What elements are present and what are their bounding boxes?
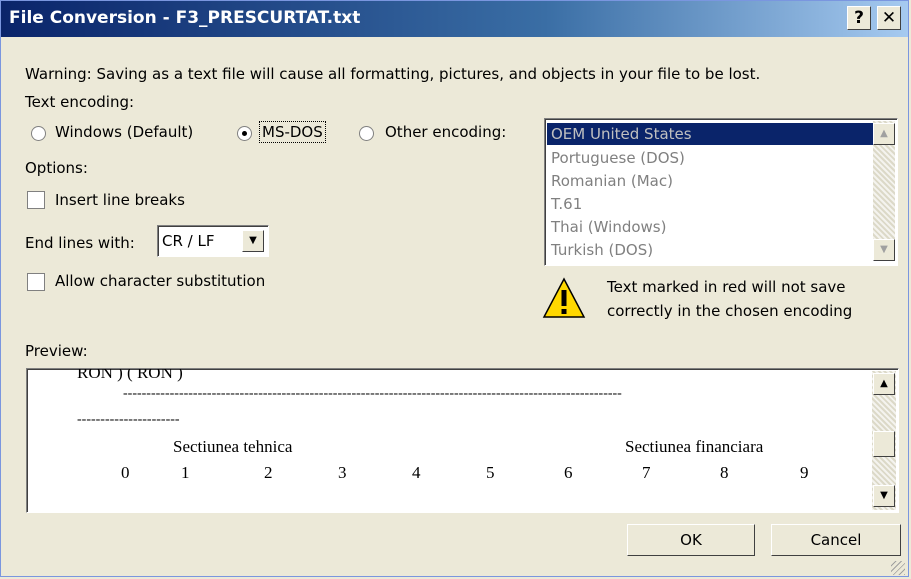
text-encoding-label: Text encoding: [25,93,135,111]
preview-dashes: ---------------------- [77,412,180,427]
list-scroll-down-button[interactable]: ▼ [873,239,895,261]
preview-number: 2 [264,463,273,482]
insert-line-breaks-checkbox[interactable] [27,191,45,209]
list-item[interactable]: Romanian (Mac) [551,172,673,190]
radio-windows-default[interactable] [31,126,46,141]
radio-other-encoding-label[interactable]: Other encoding: [385,123,506,141]
resize-grip[interactable] [891,561,905,575]
chevron-down-icon[interactable]: ▼ [242,230,264,252]
list-scroll-up-button[interactable]: ▲ [873,123,895,145]
ok-button[interactable]: OK [627,524,755,556]
insert-line-breaks-label[interactable]: Insert line breaks [55,191,185,209]
preview-scroll-down-button[interactable]: ▼ [873,485,895,507]
allow-substitution-label[interactable]: Allow character substitution [55,272,265,290]
end-lines-label: End lines with: [25,234,135,252]
warning-text: Warning: Saving as a text file will caus… [25,65,761,83]
preview-number: 7 [642,463,651,482]
radio-ms-dos-label[interactable]: MS-DOS [259,121,326,143]
close-button[interactable]: ✕ [877,6,901,30]
preview-number: 4 [412,463,421,482]
allow-substitution-checkbox[interactable] [27,273,45,291]
preview-number: 5 [486,463,495,482]
options-label: Options: [25,159,88,177]
window-title: File Conversion - F3_PRESCURTAT.txt [9,8,361,28]
note-line-1: Text marked in red will not save [607,278,846,296]
preview-number: 9 [800,463,809,482]
list-scrollbar[interactable]: ▲ ▼ [873,121,895,261]
preview-number: 6 [564,463,573,482]
preview-number: 3 [338,463,347,482]
preview-line: RON ) ( RON ) [77,368,183,382]
preview-pane[interactable]: RON ) ( RON ) --------------------------… [26,368,899,513]
help-button[interactable]: ? [847,6,871,30]
radio-other-encoding[interactable] [359,126,374,141]
radio-windows-default-label[interactable]: Windows (Default) [55,123,193,141]
preview-scrollbar[interactable]: ▲ ▼ [872,371,896,510]
end-lines-select[interactable]: CR / LF ▼ [157,225,269,257]
warning-icon [542,277,586,318]
preview-tech-heading: Sectiunea tehnica [173,437,293,456]
encoding-listbox[interactable]: OEM United States Portuguese (DOS) Roman… [544,118,898,266]
list-item[interactable]: Portuguese (DOS) [551,149,685,167]
cancel-button[interactable]: Cancel [771,524,901,556]
list-item[interactable]: Turkish (DOS) [551,241,653,259]
preview-scroll-thumb[interactable] [873,431,895,457]
list-item[interactable]: Thai (Windows) [551,218,666,236]
list-item[interactable]: T.61 [551,195,582,213]
radio-ms-dos[interactable] [237,126,252,141]
preview-number: 1 [181,463,190,482]
end-lines-value: CR / LF [162,232,215,250]
file-conversion-dialog: File Conversion - F3_PRESCURTAT.txt ? ✕ … [0,0,909,577]
note-line-2: correctly in the chosen encoding [607,302,853,320]
preview-label: Preview: [25,342,88,360]
preview-dashes: ----------------------------------------… [123,386,622,401]
title-bar[interactable]: File Conversion - F3_PRESCURTAT.txt ? ✕ [1,1,908,37]
preview-fin-heading: Sectiunea financiara [625,437,764,456]
preview-scroll-up-button[interactable]: ▲ [873,373,895,395]
preview-number: 0 [121,463,130,482]
list-item-selected[interactable]: OEM United States [547,123,873,145]
preview-number: 8 [720,463,729,482]
